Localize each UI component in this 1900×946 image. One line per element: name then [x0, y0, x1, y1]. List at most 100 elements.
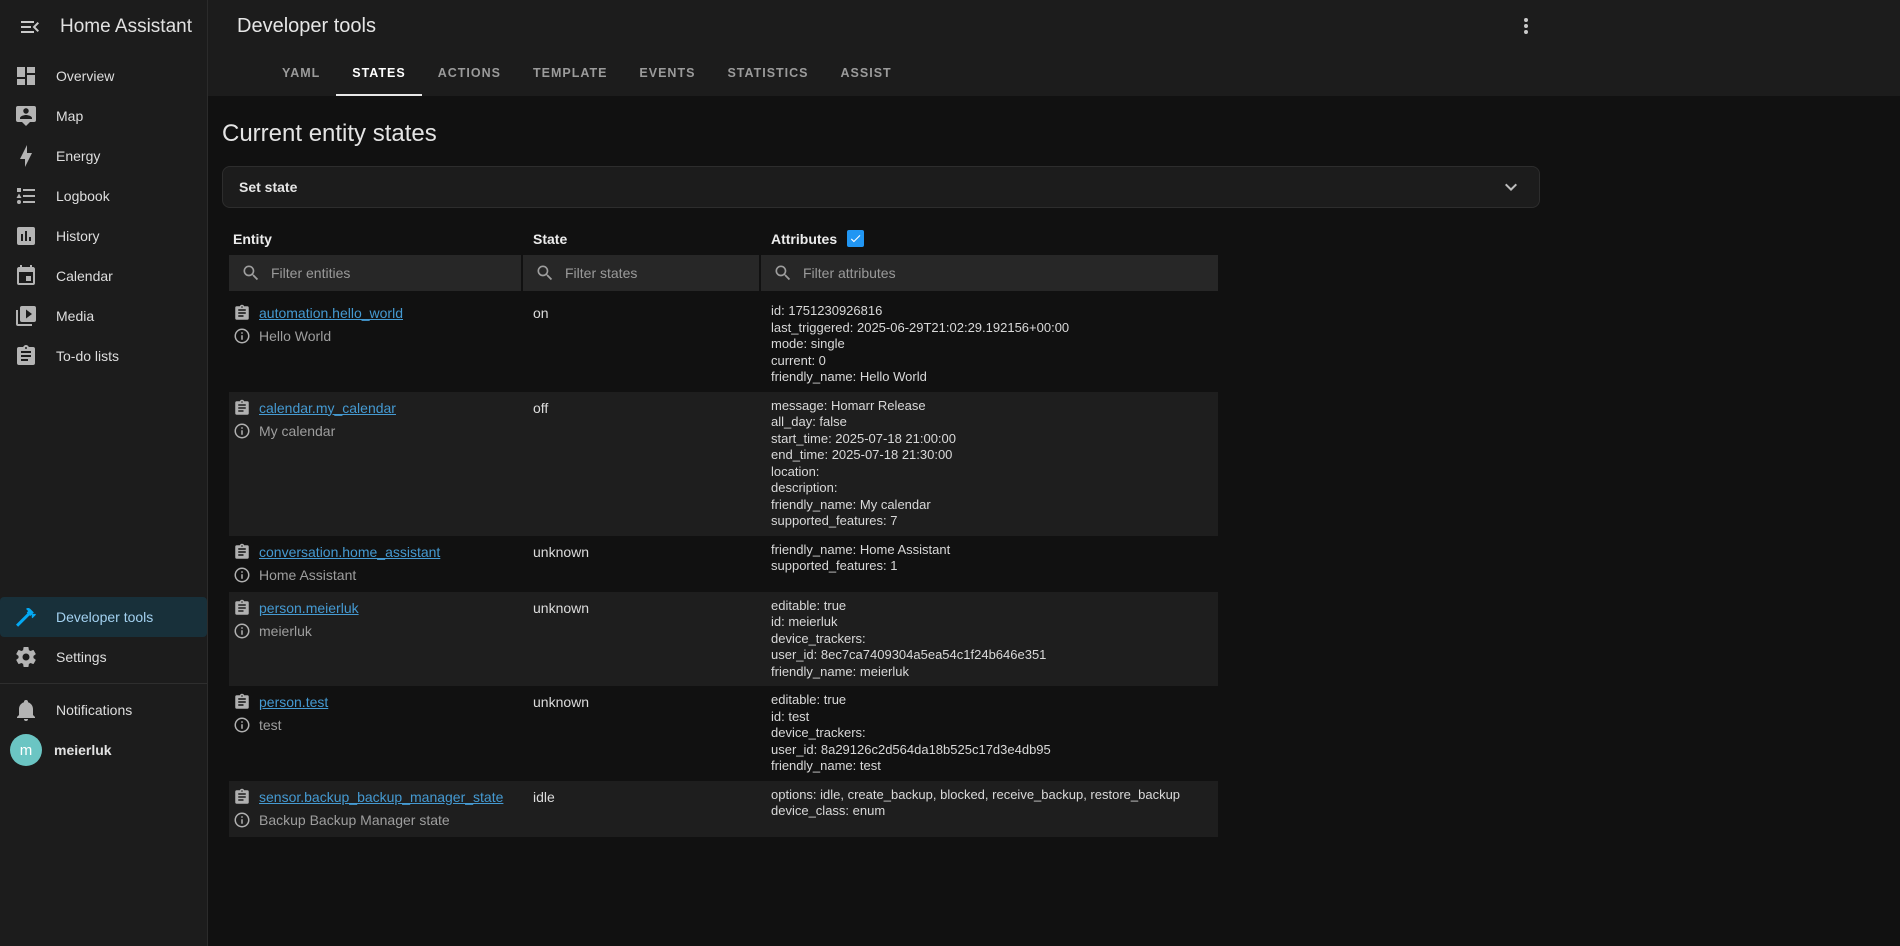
sidebar-item-label: Calendar — [56, 268, 113, 284]
main-area: Developer tools YAML STATES ACTIONS TEMP… — [208, 0, 1900, 946]
entity-link[interactable]: person.test — [259, 694, 328, 710]
table-row: sensor.backup_backup_manager_state Backu… — [229, 781, 1218, 837]
entity-link[interactable]: conversation.home_assistant — [259, 544, 440, 560]
menu-open-icon — [18, 15, 42, 39]
attributes-cell: editable: true id: test device_trackers:… — [761, 686, 1218, 781]
sidebar-toggle-button[interactable] — [10, 7, 50, 47]
entity-friendly-name: My calendar — [259, 423, 335, 439]
sidebar-item-label: Notifications — [56, 702, 132, 718]
column-header-attributes: Attributes — [761, 222, 1218, 255]
media-icon — [14, 304, 38, 328]
tab-bar: YAML STATES ACTIONS TEMPLATE EVENTS STAT… — [208, 52, 1900, 96]
attributes-cell: message: Homarr Release all_day: false s… — [761, 392, 1218, 536]
table-header-row: Entity State Attributes — [229, 222, 1218, 255]
search-icon — [773, 263, 793, 283]
entity-cell: calendar.my_calendar My calendar — [229, 392, 521, 536]
tab-template[interactable]: TEMPLATE — [517, 52, 623, 96]
tab-events[interactable]: EVENTS — [623, 52, 711, 96]
dots-vertical-icon — [1514, 14, 1538, 38]
entity-cell: sensor.backup_backup_manager_state Backu… — [229, 781, 521, 837]
sidebar-item-history[interactable]: History — [0, 216, 207, 256]
set-state-expansion-panel[interactable]: Set state — [222, 166, 1540, 208]
search-icon — [241, 263, 261, 283]
sidebar-item-label: To-do lists — [56, 348, 119, 364]
state-cell: on — [523, 297, 759, 392]
chevron-down-icon — [1499, 175, 1523, 199]
entity-info-icon[interactable] — [233, 811, 251, 829]
filter-entities-input[interactable] — [271, 265, 509, 281]
entity-link[interactable]: calendar.my_calendar — [259, 400, 396, 416]
sidebar-item-calendar[interactable]: Calendar — [0, 256, 207, 296]
sidebar-spacer — [0, 376, 207, 597]
column-header-entity: Entity — [229, 222, 521, 255]
sidebar-item-media[interactable]: Media — [0, 296, 207, 336]
sidebar: Home Assistant Overview Map Energy Logbo… — [0, 0, 208, 946]
sidebar-item-label: Map — [56, 108, 83, 124]
tab-states[interactable]: STATES — [336, 52, 421, 96]
states-content: Current entity states Set state Entity S… — [208, 96, 1900, 946]
tab-statistics[interactable]: STATISTICS — [711, 52, 824, 96]
set-state-label: Set state — [239, 179, 297, 195]
sidebar-item-label: Settings — [56, 649, 107, 665]
tab-yaml[interactable]: YAML — [266, 52, 336, 96]
sidebar-item-logbook[interactable]: Logbook — [0, 176, 207, 216]
history-icon — [14, 224, 38, 248]
attributes-cell: options: idle, create_backup, blocked, r… — [761, 781, 1218, 837]
tab-assist[interactable]: ASSIST — [825, 52, 908, 96]
table-row: conversation.home_assistant Home Assista… — [229, 536, 1218, 592]
tab-actions[interactable]: ACTIONS — [422, 52, 517, 96]
sidebar-item-label: Media — [56, 308, 94, 324]
entity-info-icon[interactable] — [233, 566, 251, 584]
filter-attributes-cell — [761, 255, 1218, 291]
attributes-cell: editable: true id: meierluk device_track… — [761, 592, 1218, 687]
sidebar-item-label: Energy — [56, 148, 100, 164]
sidebar-item-settings[interactable]: Settings — [0, 637, 207, 677]
avatar: m — [10, 734, 42, 766]
sidebar-item-notifications[interactable]: Notifications — [0, 690, 207, 730]
state-cell: unknown — [523, 686, 759, 781]
sidebar-user-profile[interactable]: m meierluk — [0, 730, 207, 770]
entity-link[interactable]: sensor.backup_backup_manager_state — [259, 789, 503, 805]
entity-cell: person.meierluk meierluk — [229, 592, 521, 687]
entity-info-icon[interactable] — [233, 716, 251, 734]
entity-friendly-name: Hello World — [259, 328, 331, 344]
attributes-checkbox[interactable] — [847, 230, 864, 247]
map-icon — [14, 104, 38, 128]
sidebar-item-energy[interactable]: Energy — [0, 136, 207, 176]
app-title: Home Assistant — [60, 16, 192, 38]
entity-link[interactable]: person.meierluk — [259, 600, 359, 616]
copy-entity-id-icon[interactable] — [233, 543, 251, 561]
section-heading: Current entity states — [222, 120, 1900, 148]
overflow-menu-button[interactable] — [1506, 6, 1546, 46]
sidebar-item-overview[interactable]: Overview — [0, 56, 207, 96]
attributes-cell: id: 1751230926816 last_triggered: 2025-0… — [761, 297, 1218, 392]
entity-info-icon[interactable] — [233, 327, 251, 345]
filter-states-input[interactable] — [565, 265, 747, 281]
entity-friendly-name: test — [259, 717, 282, 733]
sidebar-item-label: Logbook — [56, 188, 110, 204]
copy-entity-id-icon[interactable] — [233, 399, 251, 417]
sidebar-divider — [0, 683, 207, 684]
sidebar-item-map[interactable]: Map — [0, 96, 207, 136]
table-row: person.test test unknown editable: true … — [229, 686, 1218, 781]
copy-entity-id-icon[interactable] — [233, 304, 251, 322]
entity-cell: conversation.home_assistant Home Assista… — [229, 536, 521, 592]
entity-info-icon[interactable] — [233, 422, 251, 440]
copy-entity-id-icon[interactable] — [233, 693, 251, 711]
app-header: Developer tools YAML STATES ACTIONS TEMP… — [208, 0, 1900, 96]
search-icon — [535, 263, 555, 283]
table-body: automation.hello_world Hello World on id… — [229, 297, 1218, 837]
entity-link[interactable]: automation.hello_world — [259, 305, 403, 321]
entity-info-icon[interactable] — [233, 622, 251, 640]
sidebar-item-developer-tools[interactable]: Developer tools — [0, 597, 207, 637]
entity-friendly-name: meierluk — [259, 623, 312, 639]
table-row: person.meierluk meierluk unknown editabl… — [229, 592, 1218, 687]
todo-icon — [14, 344, 38, 368]
attributes-cell: friendly_name: Home Assistant supported_… — [761, 536, 1218, 592]
sidebar-item-todo-lists[interactable]: To-do lists — [0, 336, 207, 376]
check-icon — [849, 232, 862, 245]
column-header-attributes-label: Attributes — [771, 231, 837, 247]
copy-entity-id-icon[interactable] — [233, 599, 251, 617]
copy-entity-id-icon[interactable] — [233, 788, 251, 806]
filter-attributes-input[interactable] — [803, 265, 1206, 281]
